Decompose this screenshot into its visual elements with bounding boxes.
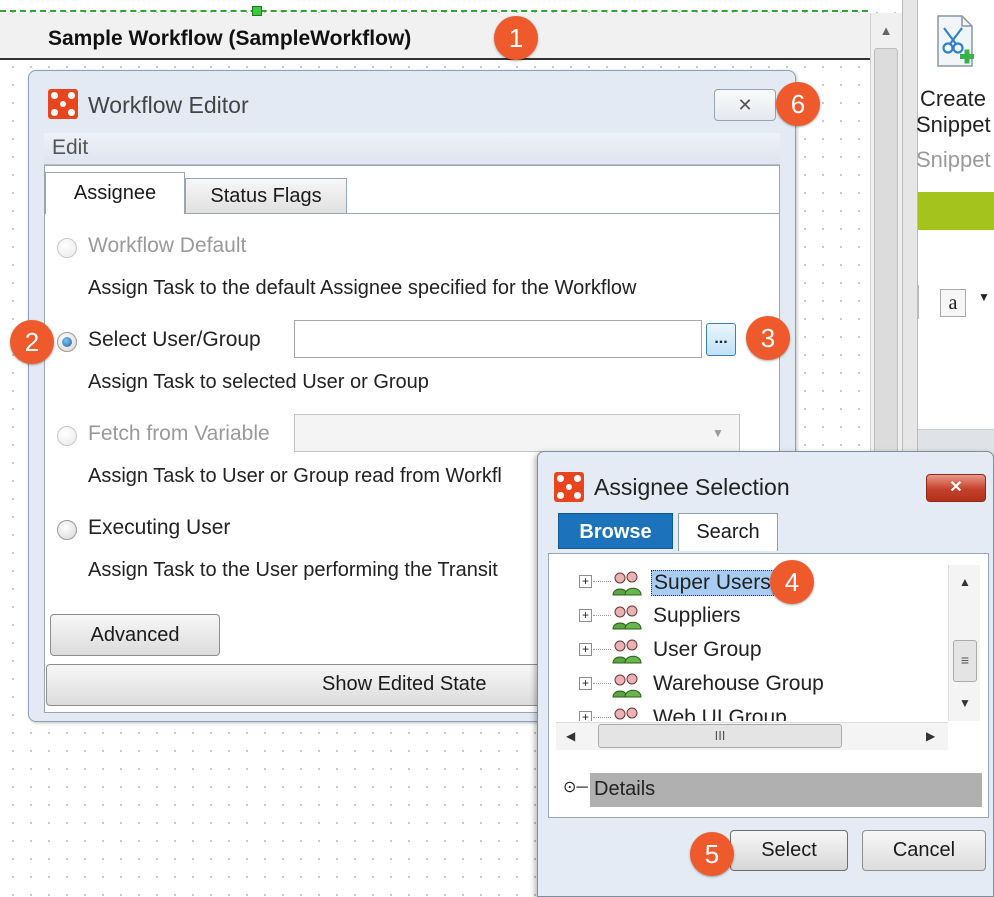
create-snippet-icon[interactable] xyxy=(934,14,976,72)
create-snippet-label-1[interactable]: Create xyxy=(920,86,986,112)
radio-executing-user[interactable] xyxy=(57,520,77,540)
radio-workflow-default[interactable] xyxy=(57,238,77,258)
assignee-selection-close-button[interactable]: ✕ xyxy=(926,474,986,502)
dialog-title: Workflow Editor xyxy=(88,92,249,118)
details-label: Details xyxy=(594,778,656,800)
tree-item-label: User Group xyxy=(653,638,762,661)
tab-search[interactable]: Search xyxy=(678,513,778,551)
callout-badge-2: 2 xyxy=(10,320,54,364)
scroll-down-arrow-icon[interactable]: ▼ xyxy=(959,696,971,710)
close-button[interactable]: ✕ xyxy=(714,89,776,121)
create-snippet-label-2[interactable]: Snippet xyxy=(916,112,991,138)
ribbon-group-label: Snippet xyxy=(916,147,991,172)
expand-icon[interactable]: + xyxy=(579,643,592,656)
tree-item-label: Warehouse Group xyxy=(653,672,824,695)
browse-user-group-button[interactable]: ... xyxy=(706,323,736,356)
menu-edit[interactable]: Edit xyxy=(52,136,88,160)
tab-status-flags[interactable]: Status Flags xyxy=(185,178,347,214)
show-edited-state-label: Show Edited State xyxy=(322,673,487,695)
tab-browse[interactable]: Browse xyxy=(558,513,673,549)
expand-icon[interactable]: + xyxy=(579,677,592,690)
workflow-title: Sample Workflow (SampleWorkflow) xyxy=(48,27,412,50)
tab-strip-line xyxy=(347,213,779,214)
ribbon-accent-bar xyxy=(918,192,994,230)
assignee-selection-title: Assignee Selection xyxy=(594,474,790,500)
option-label-executing-user: Executing User xyxy=(88,516,231,539)
tree-vertical-thumb[interactable]: ≡ xyxy=(953,640,977,682)
app-logo-icon xyxy=(48,89,78,119)
callout-badge-4: 4 xyxy=(770,560,814,604)
option-description: Assign Task to selected User or Group xyxy=(88,371,429,393)
user-group-icon xyxy=(612,571,642,596)
expand-icon[interactable]: + xyxy=(579,609,592,622)
canvas-resize-handle[interactable] xyxy=(252,6,262,16)
callout-badge-1: 1 xyxy=(494,16,538,60)
expand-icon[interactable]: + xyxy=(579,711,592,721)
option-label-fetch-from-variable: Fetch from Variable xyxy=(88,422,270,445)
scroll-up-arrow-icon[interactable]: ▲ xyxy=(959,575,971,589)
tree-horizontal-thumb[interactable]: III xyxy=(598,724,842,748)
tree-item-label: Web UI Group xyxy=(653,706,787,721)
key-icon: ⊙─ xyxy=(563,779,588,796)
menu-bar xyxy=(44,133,780,165)
user-group-icon xyxy=(612,605,642,630)
callout-badge-5: 5 xyxy=(690,832,734,876)
scroll-right-arrow-icon[interactable]: ▶ xyxy=(926,729,935,743)
option-description: Assign Task to User or Group read from W… xyxy=(88,465,502,487)
option-description: Assign Task to the User performing the T… xyxy=(88,559,498,581)
group-tree: + Super Users + Suppliers + User Group +… xyxy=(555,565,947,721)
tree-connector xyxy=(593,649,611,650)
font-dropdown-arrow-icon[interactable]: ▼ xyxy=(978,290,990,304)
user-group-icon xyxy=(614,707,638,720)
user-group-icon xyxy=(612,673,642,698)
canvas-selection-border xyxy=(0,10,868,12)
tree-item-label: Suppliers xyxy=(653,604,741,627)
scroll-up-arrow-icon[interactable]: ▲ xyxy=(870,16,902,46)
callout-badge-6: 6 xyxy=(776,82,820,126)
tree-connector xyxy=(593,717,611,718)
ribbon-separator xyxy=(918,285,919,319)
select-button[interactable]: Select xyxy=(730,830,848,871)
tab-assignee[interactable]: Assignee xyxy=(45,172,185,214)
expand-icon[interactable]: + xyxy=(579,575,592,588)
option-description: Assign Task to the default Assignee spec… xyxy=(88,277,637,299)
app-logo-icon xyxy=(554,472,584,502)
user-group-icon xyxy=(612,639,642,664)
tree-item-label: Super Users xyxy=(651,570,774,596)
canvas-scroll-thumb[interactable] xyxy=(874,48,898,468)
font-style-icon[interactable]: a xyxy=(940,289,966,317)
user-group-input[interactable] xyxy=(294,320,702,358)
tree-connector xyxy=(593,683,611,684)
radio-fetch-from-variable[interactable] xyxy=(57,426,77,446)
tree-connector xyxy=(593,581,611,582)
option-label-workflow-default: Workflow Default xyxy=(88,234,247,257)
radio-select-user-group[interactable] xyxy=(57,332,77,352)
variable-select[interactable] xyxy=(294,414,740,452)
advanced-button[interactable]: Advanced xyxy=(50,614,220,656)
option-label-select-user-group: Select User/Group xyxy=(88,328,261,351)
ribbon-lower-area xyxy=(918,335,994,430)
tree-connector xyxy=(593,615,611,616)
cancel-button[interactable]: Cancel xyxy=(862,830,986,871)
scroll-left-arrow-icon[interactable]: ◀ xyxy=(566,729,575,743)
chevron-down-icon[interactable]: ▼ xyxy=(712,426,724,440)
callout-badge-3: 3 xyxy=(746,316,790,360)
